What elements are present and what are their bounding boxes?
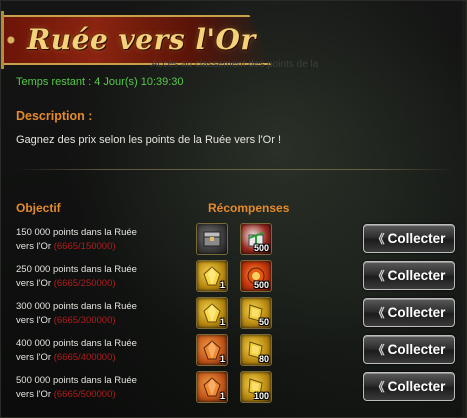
collect-button[interactable]: 《 Collecter bbox=[363, 298, 455, 327]
chevron-icon: 《 bbox=[372, 232, 385, 246]
gift-box-icon[interactable]: 500 bbox=[240, 223, 272, 255]
collect-button[interactable]: 《 Collecter bbox=[363, 335, 455, 364]
collect-label: Collecter bbox=[387, 342, 446, 357]
collect-button[interactable]: 《 Collecter bbox=[363, 372, 455, 401]
objective-line1: 300 000 points dans la Ruée bbox=[16, 301, 137, 312]
reward-quantity: 50 bbox=[258, 317, 269, 327]
objective-line2: vers l'Or bbox=[16, 389, 52, 400]
collect-label: Collecter bbox=[387, 379, 446, 394]
objective-line1: 500 000 points dans la Ruée bbox=[16, 375, 137, 386]
collect-label: Collecter bbox=[387, 305, 446, 320]
objective-text: 150 000 points dans la Ruée vers l'Or (6… bbox=[16, 226, 191, 254]
objective-line1: 400 000 points dans la Ruée bbox=[16, 338, 137, 349]
gold-gem-icon[interactable]: 50 bbox=[240, 297, 272, 329]
reward-quantity: 500 bbox=[253, 280, 269, 290]
collect-button[interactable]: 《 Collecter bbox=[363, 261, 455, 290]
objective-text: 400 000 points dans la Ruée vers l'Or (6… bbox=[16, 337, 191, 365]
chevron-icon: 《 bbox=[372, 306, 385, 320]
collect-label: Collecter bbox=[387, 231, 446, 246]
gold-gem-icon[interactable]: 100 bbox=[240, 371, 272, 403]
scrollbar[interactable] bbox=[462, 1, 466, 417]
objective-line1: 250 000 points dans la Ruée bbox=[16, 264, 137, 275]
time-remaining: Temps restant : 4 Jour(s) 10:39:30 bbox=[16, 76, 184, 88]
banner-ornament bbox=[1, 11, 27, 69]
reward-row: 150 000 points dans la Ruée vers l'Or (6… bbox=[1, 223, 466, 259]
reward-quantity: 1 bbox=[219, 354, 225, 364]
objective-text: 300 000 points dans la Ruée vers l'Or (6… bbox=[16, 300, 191, 328]
orange-crystal-icon[interactable]: 1 bbox=[196, 334, 228, 366]
gold-crystal-icon[interactable]: 1 bbox=[196, 297, 228, 329]
section-divider bbox=[15, 169, 455, 170]
page-title: Ruée vers l'Or bbox=[27, 23, 256, 56]
gold-rush-panel: Ruée vers l'Or Accès au classement des p… bbox=[0, 0, 467, 418]
treasure-chest-icon[interactable] bbox=[196, 223, 228, 255]
collect-button[interactable]: 《 Collecter bbox=[363, 224, 455, 253]
objective-text: 250 000 points dans la Ruée vers l'Or (6… bbox=[16, 263, 191, 291]
reward-row: 400 000 points dans la Ruée vers l'Or (6… bbox=[1, 334, 466, 370]
rewards-column-header: Récompenses bbox=[208, 201, 290, 215]
objective-line2: vers l'Or bbox=[16, 278, 52, 289]
chevron-icon: 《 bbox=[372, 343, 385, 357]
objective-line2: vers l'Or bbox=[16, 241, 52, 252]
objective-progress: (6665/500000) bbox=[53, 389, 116, 400]
objective-line2: vers l'Or bbox=[16, 352, 52, 363]
objective-progress: (6665/150000) bbox=[53, 241, 116, 252]
objective-progress: (6665/250000) bbox=[53, 278, 116, 289]
collect-label: Collecter bbox=[387, 268, 446, 283]
description-heading: Description : bbox=[16, 109, 93, 123]
reward-row: 250 000 points dans la Ruée vers l'Or (6… bbox=[1, 260, 466, 296]
reward-quantity: 500 bbox=[253, 243, 269, 253]
reward-quantity: 80 bbox=[258, 354, 269, 364]
objective-line1: 150 000 points dans la Ruée bbox=[16, 227, 137, 238]
objective-line2: vers l'Or bbox=[16, 315, 52, 326]
reward-quantity: 100 bbox=[253, 391, 269, 401]
objective-text: 500 000 points dans la Ruée vers l'Or (6… bbox=[16, 374, 191, 402]
fire-orb-icon[interactable]: 500 bbox=[240, 260, 272, 292]
gold-crystal-icon[interactable]: 1 bbox=[196, 260, 228, 292]
reward-quantity: 1 bbox=[219, 317, 225, 327]
reward-quantity: 1 bbox=[219, 280, 225, 290]
orange-crystal-icon[interactable]: 1 bbox=[196, 371, 228, 403]
reward-quantity: 1 bbox=[219, 391, 225, 401]
reward-row: 500 000 points dans la Ruée vers l'Or (6… bbox=[1, 371, 466, 407]
chevron-icon: 《 bbox=[372, 269, 385, 283]
objective-progress: (6665/400000) bbox=[53, 352, 116, 363]
reward-row: 300 000 points dans la Ruée vers l'Or (6… bbox=[1, 297, 466, 333]
objective-progress: (6665/300000) bbox=[53, 315, 116, 326]
faint-subtitle: Accès au classement des points de la Rué… bbox=[151, 59, 321, 69]
chevron-icon: 《 bbox=[372, 380, 385, 394]
objective-column-header: Objectif bbox=[16, 201, 61, 215]
gold-gem-icon[interactable]: 80 bbox=[240, 334, 272, 366]
description-text: Gagnez des prix selon les points de la R… bbox=[16, 134, 282, 146]
